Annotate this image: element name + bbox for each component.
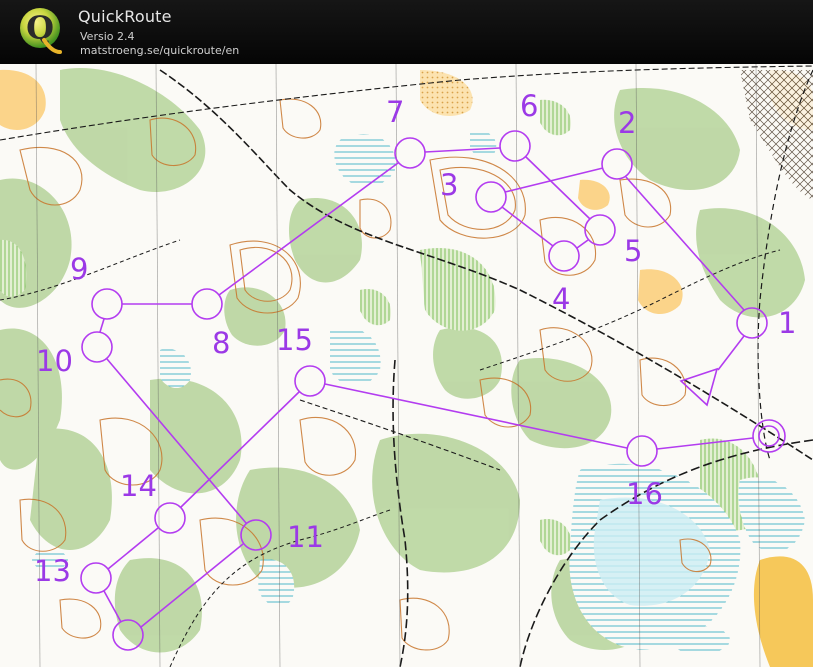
control-number-1: 1 (778, 306, 796, 340)
control-number-16: 16 (626, 477, 663, 511)
app-name: QuickRoute (78, 7, 172, 26)
orienteering-map[interactable]: 1 2 3 4 5 6 7 8 9 10 11 13 14 15 16 (0, 64, 813, 667)
quickroute-logo-icon: Q (20, 8, 62, 54)
control-number-10: 10 (36, 344, 73, 378)
logo-letter: Q (26, 9, 54, 47)
map-canvas[interactable]: 1 2 3 4 5 6 7 8 9 10 11 13 14 15 16 (0, 64, 813, 667)
control-number-7: 7 (386, 95, 404, 129)
control-number-15: 15 (276, 323, 313, 357)
control-number-11: 11 (287, 520, 324, 554)
control-number-3: 3 (440, 168, 458, 202)
quickroute-window: Q QuickRoute Versio 2.4 matstroeng.se/qu… (0, 0, 813, 667)
control-number-6: 6 (520, 89, 538, 123)
control-number-9: 9 (70, 252, 88, 286)
control-number-14: 14 (120, 469, 157, 503)
control-number-4: 4 (552, 282, 570, 316)
control-number-13: 13 (34, 554, 71, 588)
control-number-8: 8 (212, 326, 230, 360)
app-url[interactable]: matstroeng.se/quickroute/en (80, 44, 239, 57)
app-version: Versio 2.4 (80, 30, 135, 43)
control-number-5: 5 (624, 234, 642, 268)
app-header: Q QuickRoute Versio 2.4 matstroeng.se/qu… (0, 0, 813, 64)
control-number-2: 2 (618, 106, 636, 140)
